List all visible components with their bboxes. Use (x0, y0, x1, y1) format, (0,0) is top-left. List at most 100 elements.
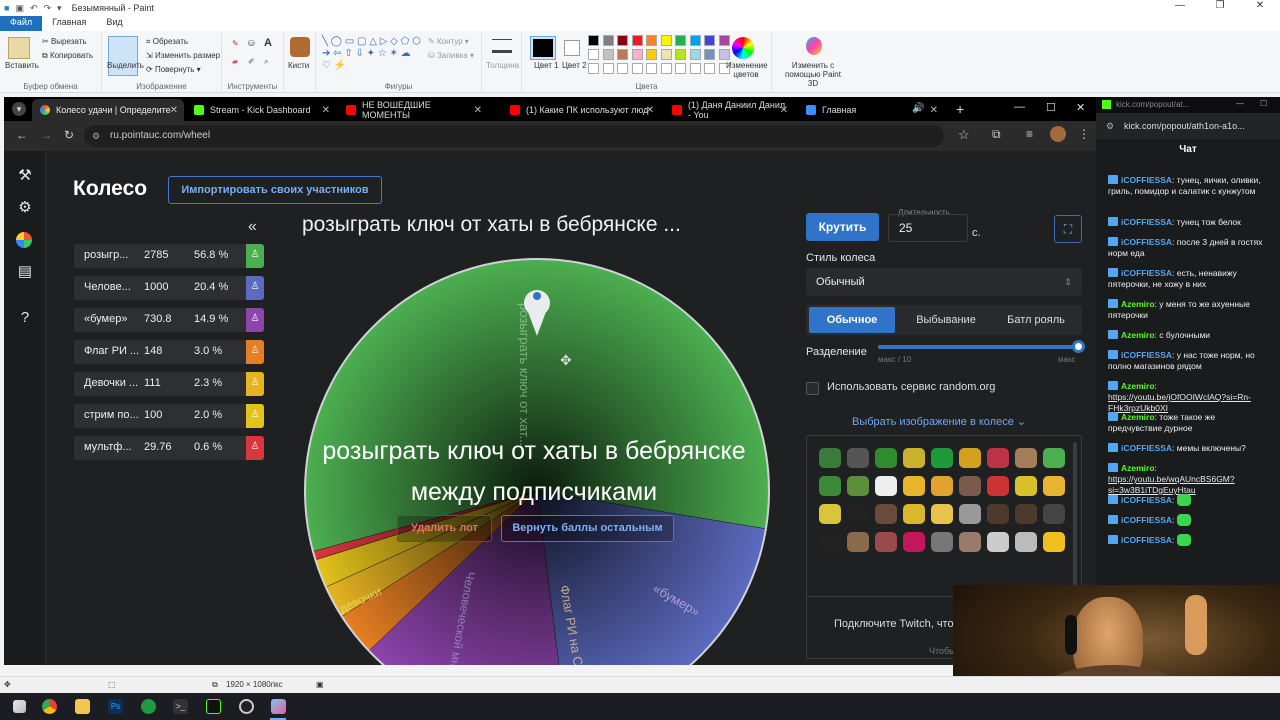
chat-username[interactable]: Azemiro (1121, 330, 1155, 340)
resize-button[interactable]: ⇲ Изменить размер (146, 51, 220, 60)
windows-icon[interactable] (13, 700, 26, 713)
palette-swatch[interactable] (660, 49, 672, 60)
wheel-style-select[interactable]: Обычный ⇕ (806, 268, 1082, 296)
emoji-option[interactable] (931, 476, 953, 496)
terminal-icon[interactable]: >_ (173, 699, 188, 714)
palette-swatch[interactable] (588, 49, 599, 60)
chevron-down-icon[interactable]: ▾ (57, 3, 62, 14)
lot-action-icon[interactable]: ♙ (250, 377, 260, 391)
emoji-option[interactable] (875, 476, 897, 496)
tab-home[interactable]: Главная (42, 16, 96, 31)
lot-row[interactable]: «бумер» 730.8 14.9 % ♙ (74, 308, 264, 332)
palette-swatch[interactable] (588, 35, 599, 46)
close-icon[interactable]: ✕ (930, 105, 938, 116)
pencil-icon[interactable]: ✎ (232, 39, 239, 48)
copy-button[interactable]: ⧉ Копировать (42, 51, 93, 61)
emoji-option[interactable] (959, 448, 981, 468)
import-participants-button[interactable]: Импортировать своих участников (168, 176, 382, 204)
reload-icon[interactable]: ↻ (64, 128, 74, 142)
forward-icon[interactable]: → (40, 128, 52, 142)
emoji-option[interactable] (931, 448, 953, 468)
mode-dropout[interactable]: Выбывание (901, 307, 991, 333)
split-slider-thumb[interactable] (1072, 340, 1085, 353)
lot-action-icon[interactable]: ♙ (250, 409, 260, 423)
bookmark-star-icon[interactable]: ☆ (958, 127, 970, 143)
chat-username[interactable]: iCOFFIESSA (1121, 495, 1172, 505)
site-info-icon[interactable]: ⚙ (92, 125, 100, 147)
emoji-option[interactable] (1015, 476, 1037, 496)
palette-swatch[interactable] (718, 49, 730, 60)
palette-swatch-empty[interactable] (660, 63, 672, 74)
split-slider-track[interactable] (878, 345, 1078, 349)
chat-url-bar[interactable]: ⚙ kick.com/popout/ath1on-a1o... (1096, 113, 1280, 139)
emoji-option[interactable] (987, 532, 1009, 552)
reading-list-icon[interactable]: ≡ (1026, 127, 1033, 141)
palette-swatch[interactable] (646, 49, 657, 60)
palette-swatch-empty[interactable] (588, 63, 599, 74)
emoji-option[interactable] (1043, 532, 1065, 552)
close-icon[interactable]: ✕ (780, 105, 788, 116)
emoji-option[interactable] (903, 448, 925, 468)
emoji-option[interactable] (847, 448, 869, 468)
lot-row[interactable]: розыгр... 2785 56.8 % ♙ (74, 244, 264, 268)
palette-swatch[interactable] (689, 35, 701, 46)
lot-color-bar[interactable]: ♙ (246, 404, 264, 428)
palette-swatch[interactable] (660, 35, 672, 46)
minimize-button[interactable]: — (1236, 99, 1244, 108)
color2-swatch[interactable] (564, 40, 580, 56)
random-org-checkbox[interactable] (806, 382, 819, 395)
size-button[interactable]: Толщина (486, 61, 519, 70)
emoji-option[interactable] (1015, 448, 1037, 468)
return-points-button[interactable]: Вернуть баллы остальным (501, 515, 674, 542)
outline-button[interactable]: ✎ Контур ▾ (428, 37, 469, 46)
lot-row[interactable]: Челове... 1000 20.4 % ♙ (74, 276, 264, 300)
brush-icon[interactable] (290, 37, 310, 57)
kick-icon[interactable] (206, 699, 221, 714)
tab-search-icon[interactable]: ▾ (12, 102, 26, 116)
emoji-option[interactable] (959, 532, 981, 552)
delete-lot-button[interactable]: Удалить лот (397, 515, 492, 542)
lot-color-bar[interactable]: ♙ (246, 372, 264, 396)
palette-swatch-empty[interactable] (631, 63, 643, 74)
close-icon[interactable]: ✕ (322, 105, 330, 116)
emoji-option[interactable] (987, 476, 1009, 496)
chat-link[interactable]: https://youtu.be/jOfOOIWclAQ?si=Rn-FHk3r… (1108, 392, 1251, 413)
paint3d-button[interactable]: Изменить с помощью Paint 3D (780, 61, 846, 88)
paste-button[interactable]: Вставить (5, 61, 39, 70)
emoji-option[interactable] (987, 448, 1009, 468)
palette-swatch[interactable] (646, 35, 657, 46)
fill-icon[interactable]: ⛁ (248, 39, 255, 48)
emoji-option[interactable] (931, 532, 953, 552)
emoji-option[interactable] (1015, 532, 1037, 552)
emoji-option[interactable] (1043, 476, 1065, 496)
spin-button[interactable]: Крутить (806, 213, 879, 241)
lot-action-icon[interactable]: ♙ (250, 281, 260, 295)
lot-color-bar[interactable]: ♙ (246, 308, 264, 332)
mode-battle-royale[interactable]: Батл рояль (992, 307, 1080, 333)
emoji-option[interactable] (819, 504, 841, 524)
close-icon[interactable]: ✕ (474, 105, 482, 116)
chat-username[interactable]: iCOFFIESSA (1121, 350, 1172, 360)
lot-action-icon[interactable]: ♙ (250, 441, 260, 455)
chrome-icon[interactable] (42, 699, 57, 714)
cut-button[interactable]: ✂ Вырезать (42, 37, 87, 46)
help-icon[interactable]: ? (16, 309, 34, 327)
maximize-button[interactable]: ☐ (1260, 99, 1267, 108)
redo-icon[interactable]: ↷ (44, 3, 52, 14)
browser-tab-youtube-1[interactable]: НЕ ВОШЕДШИЕ МОМЕНТЫ ✕ (338, 99, 488, 121)
back-icon[interactable]: ← (16, 128, 28, 142)
edit-colors-icon[interactable] (732, 37, 754, 59)
emoji-option[interactable] (959, 504, 981, 524)
chat-username[interactable]: iCOFFIESSA (1121, 443, 1172, 453)
emoji-option[interactable] (1015, 504, 1037, 524)
palette-swatch[interactable] (675, 35, 686, 46)
emoji-option[interactable] (847, 476, 869, 496)
extensions-icon[interactable]: ⧉ (992, 127, 1001, 142)
fill-button[interactable]: ⛁ Заливка ▾ (428, 51, 474, 60)
settings-icon[interactable]: ⚙ (16, 199, 34, 217)
emoji-option[interactable] (903, 532, 925, 552)
palette-swatch[interactable] (631, 49, 643, 60)
emoji-option[interactable] (987, 504, 1009, 524)
palette-swatch[interactable] (675, 49, 686, 60)
chat-username[interactable]: Azemiro (1121, 412, 1155, 422)
